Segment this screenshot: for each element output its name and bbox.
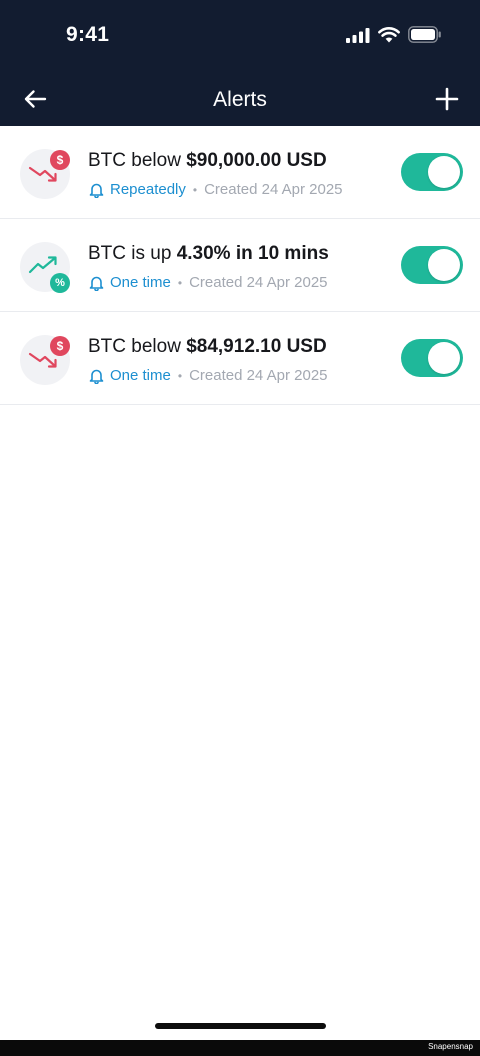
alert-meta: Repeatedly • Created 24 Apr 2025	[89, 181, 343, 198]
price-up-percent-icon: %	[20, 242, 70, 293]
alert-frequency: Repeatedly	[110, 181, 186, 198]
plus-icon	[435, 87, 459, 111]
alert-title-value: $84,912.10 USD	[186, 336, 327, 357]
percent-badge: %	[50, 273, 70, 293]
watermark: Snapensnap	[428, 1042, 473, 1051]
status-time: 9:41	[66, 23, 110, 46]
alert-title-prefix: BTC is up	[88, 243, 177, 264]
alert-title-prefix: BTC below	[88, 150, 187, 171]
bell-icon	[89, 183, 104, 198]
battery-icon	[408, 26, 441, 43]
meta-separator: •	[177, 368, 183, 383]
alert-row[interactable]: % BTC is up 4.30% in 10 mins One time • …	[0, 219, 480, 312]
alert-title: BTC is up 4.30% in 10 mins	[88, 243, 329, 265]
alert-title-prefix: BTC below	[88, 336, 187, 357]
alert-toggle[interactable]	[401, 339, 463, 377]
nav-bar: Alerts	[0, 72, 480, 126]
dollar-badge: $	[50, 150, 70, 170]
alert-title: BTC below $90,000.00 USD	[88, 150, 327, 172]
cellular-signal-icon	[346, 27, 370, 43]
app-header: 9:41 Alerts	[0, 0, 480, 126]
add-alert-button[interactable]	[430, 82, 464, 116]
alert-frequency: One time	[110, 274, 171, 291]
toggle-knob	[428, 342, 460, 374]
home-indicator	[155, 1023, 326, 1029]
alert-meta: One time • Created 24 Apr 2025	[89, 367, 328, 384]
alert-created-date: Created 24 Apr 2025	[189, 274, 328, 291]
dollar-badge: $	[50, 336, 70, 356]
wifi-icon	[378, 26, 400, 42]
price-down-dollar-icon: $	[20, 149, 70, 199]
toggle-knob	[428, 249, 460, 281]
alert-row[interactable]: $ BTC below $84,912.10 USD One time • Cr…	[0, 312, 480, 405]
alert-row[interactable]: $ BTC below $90,000.00 USD Repeatedly • …	[0, 126, 480, 219]
alert-meta: One time • Created 24 Apr 2025	[89, 274, 328, 291]
alert-list: $ BTC below $90,000.00 USD Repeatedly • …	[0, 126, 480, 405]
page-title: Alerts	[213, 88, 267, 111]
meta-separator: •	[192, 182, 198, 197]
alert-title: BTC below $84,912.10 USD	[88, 336, 327, 358]
price-down-dollar-icon: $	[20, 335, 70, 385]
alert-title-value: 4.30% in 10 mins	[176, 243, 329, 264]
toggle-knob	[428, 156, 460, 188]
status-icons	[346, 26, 442, 43]
alert-created-date: Created 24 Apr 2025	[189, 367, 328, 384]
alert-toggle[interactable]	[401, 246, 463, 284]
alert-created-date: Created 24 Apr 2025	[204, 181, 343, 198]
alert-toggle[interactable]	[401, 153, 463, 191]
alert-title-value: $90,000.00 USD	[186, 150, 327, 171]
status-bar: 9:41	[0, 0, 480, 72]
bell-icon	[89, 276, 104, 291]
alert-frequency: One time	[110, 367, 171, 384]
footer-bar: Snapensnap	[0, 1040, 480, 1056]
meta-separator: •	[177, 275, 183, 290]
bell-icon	[89, 369, 104, 384]
